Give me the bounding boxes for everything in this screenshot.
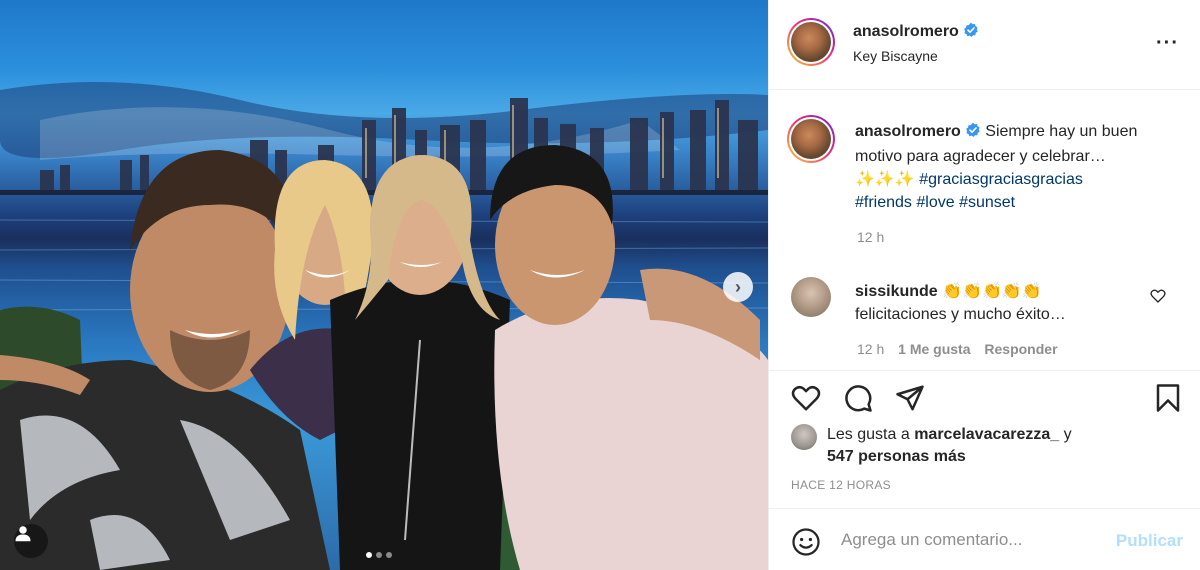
post-actions-bar	[769, 370, 1200, 420]
liker-avatar[interactable]	[791, 424, 817, 450]
user-tag-icon	[15, 526, 31, 542]
post-timestamp[interactable]: HACE 12 HORAS	[791, 478, 891, 492]
hashtag-link[interactable]: #friends	[855, 194, 912, 211]
hashtag-link[interactable]: #sunset	[959, 194, 1015, 211]
post-caption: anasolromero Siempre hay un buen motivo …	[855, 120, 1175, 214]
chevron-right-icon: ›	[735, 277, 741, 297]
bookmark-icon[interactable]	[1153, 383, 1183, 413]
caption-emoji: ✨✨✨	[855, 171, 915, 188]
author-avatar[interactable]	[787, 18, 835, 66]
comment-input[interactable]	[841, 529, 1101, 551]
hashtag-link[interactable]: #graciasgraciasgracias	[919, 171, 1083, 188]
carousel-next-button[interactable]: ›	[723, 272, 753, 302]
comment-item: sissikunde 👏👏👏👏👏 felicitaciones y mucho …	[855, 280, 1145, 326]
post-side-panel: anasolromero Key Biscayne ··· anasolrome…	[768, 0, 1200, 570]
post-location[interactable]: Key Biscayne	[853, 48, 979, 64]
author-username[interactable]: anasolromero	[853, 23, 959, 40]
comment-text: felicitaciones y mucho éxito…	[855, 306, 1066, 323]
carousel-dot	[366, 552, 372, 558]
commenter-username[interactable]: sissikunde	[855, 283, 938, 300]
smiley-icon[interactable]	[791, 527, 821, 557]
caption-author-avatar-image	[791, 119, 831, 159]
verified-badge-icon	[963, 22, 979, 43]
comment-time[interactable]: 12 h	[857, 341, 884, 357]
heart-icon[interactable]	[791, 383, 821, 413]
tagged-users-button[interactable]	[14, 524, 48, 558]
verified-badge-icon	[965, 122, 981, 145]
author-avatar-image	[791, 22, 831, 62]
post-header: anasolromero Key Biscayne ···	[769, 0, 1200, 90]
carousel-dot	[376, 552, 382, 558]
carousel-dot	[386, 552, 392, 558]
paper-plane-icon[interactable]	[895, 383, 925, 413]
likes-prefix: Les gusta a	[827, 426, 910, 443]
hashtag-link[interactable]: #love	[916, 194, 954, 211]
carousel-indicator	[366, 552, 392, 558]
post-photo[interactable]: ›	[0, 0, 768, 570]
add-comment-bar: Publicar	[769, 508, 1200, 570]
comment-like-heart-icon[interactable]	[1150, 288, 1166, 304]
likes-count[interactable]: 547 personas más	[827, 448, 966, 466]
commenter-avatar[interactable]	[791, 277, 831, 317]
caption-author-avatar[interactable]	[787, 115, 835, 163]
comment-icon[interactable]	[843, 383, 873, 413]
photo-scene	[0, 82, 768, 570]
comment-likes[interactable]: 1 Me gusta	[898, 341, 970, 357]
publish-button[interactable]: Publicar	[1116, 531, 1183, 551]
likes-connector: y	[1063, 426, 1072, 443]
reply-button[interactable]: Responder	[984, 341, 1057, 357]
more-options-icon[interactable]: ···	[1156, 33, 1179, 53]
liker-username[interactable]: marcelavacarezza_	[914, 426, 1059, 443]
caption-time[interactable]: 12 h	[857, 229, 884, 245]
comment-meta: 12 h 1 Me gusta Responder	[857, 341, 1058, 357]
caption-username[interactable]: anasolromero	[855, 123, 961, 140]
comment-emoji: 👏👏👏👏👏	[942, 283, 1042, 300]
